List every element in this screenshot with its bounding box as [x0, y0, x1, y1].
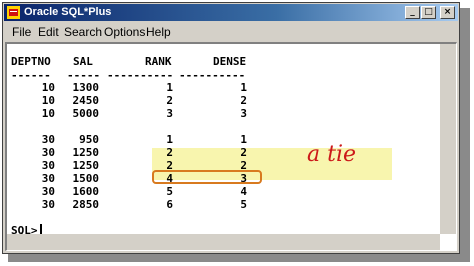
header-rank: RANK [145, 55, 172, 68]
cell-rank: 1 [166, 133, 173, 146]
maximize-button[interactable]: □ [421, 6, 436, 19]
cell-dense: 3 [240, 107, 247, 120]
cell-deptno: 30 [41, 133, 55, 146]
header-dense: DENSE [213, 55, 247, 68]
cell-sal: 5000 [72, 107, 100, 120]
minimize-icon: _ [410, 7, 415, 17]
tie-annotation: a tie [307, 142, 357, 167]
cell-deptno: 30 [41, 172, 55, 185]
cell-dense: 5 [240, 198, 247, 211]
header-deptno: DEPTNO [11, 55, 51, 68]
cell-dense: 2 [240, 94, 247, 107]
menu-edit[interactable]: Edit [38, 25, 59, 39]
cell-rank: 2 [166, 94, 173, 107]
table-row: 10 2450 2 2 [7, 94, 456, 108]
cell-dense: 1 [240, 133, 247, 146]
cell-dense: 2 [240, 146, 247, 159]
cell-sal: 950 [79, 133, 99, 146]
cell-deptno: 10 [41, 81, 55, 94]
window-title: Oracle SQL*Plus [24, 6, 112, 18]
cell-deptno: 30 [41, 146, 55, 159]
cell-dense: 1 [240, 81, 247, 94]
horizontal-scrollbar[interactable] [7, 234, 440, 250]
cell-dense: 3 [240, 172, 247, 185]
cell-dense: 2 [240, 159, 247, 172]
menu-file[interactable]: File [12, 25, 31, 39]
cell-rank: 3 [166, 107, 173, 120]
cell-rank: 1 [166, 81, 173, 94]
cell-sal: 1250 [72, 146, 100, 159]
cell-rank: 2 [166, 159, 173, 172]
cell-deptno: 30 [41, 159, 55, 172]
vertical-scrollbar[interactable] [440, 44, 456, 234]
table-row: 30 1250 2 2 [7, 146, 456, 160]
cell-sal: 1500 [72, 172, 100, 185]
table-row: 10 5000 3 3 [7, 107, 456, 121]
header-sal: SAL [73, 55, 93, 68]
sqlplus-app-icon [7, 6, 20, 19]
table-row: 30 950 1 1 [7, 133, 456, 147]
table-row: 30 1600 5 4 [7, 185, 456, 199]
cell-sal: 1300 [72, 81, 100, 94]
menu-bar: File Edit Search Options Help [4, 22, 458, 41]
cell-rank: 5 [166, 185, 173, 198]
cell-deptno: 30 [41, 198, 55, 211]
menu-help[interactable]: Help [146, 25, 171, 39]
cell-sal: 1250 [72, 159, 100, 172]
cell-sal: 1600 [72, 185, 100, 198]
close-button[interactable]: × [440, 6, 455, 19]
cell-dense: 4 [240, 185, 247, 198]
table-row: 30 2850 6 5 [7, 198, 456, 212]
cell-deptno: 30 [41, 185, 55, 198]
maximize-icon: □ [424, 7, 433, 17]
sqlplus-window: Oracle SQL*Plus _ □ × File Edit Search O… [2, 2, 460, 254]
cell-rank: 4 [166, 172, 173, 185]
cell-sal: 2850 [72, 198, 100, 211]
cell-deptno: 10 [41, 94, 55, 107]
title-bar[interactable]: Oracle SQL*Plus _ □ × [4, 4, 458, 21]
table-row: 30 1250 2 2 [7, 159, 456, 173]
sql-output-area[interactable]: DEPTNO SAL RANK DENSE ------ ----- -----… [5, 42, 457, 251]
cell-deptno: 10 [41, 107, 55, 120]
table-row: 30 1500 4 3 [7, 172, 456, 186]
minimize-button[interactable]: _ [405, 6, 420, 19]
cell-rank: 2 [166, 146, 173, 159]
menu-options[interactable]: Options [104, 25, 145, 39]
cell-rank: 6 [166, 198, 173, 211]
table-row: 10 1300 1 1 [7, 81, 456, 95]
close-icon: × [443, 7, 452, 17]
cell-sal: 2450 [72, 94, 100, 107]
menu-search[interactable]: Search [64, 25, 102, 39]
